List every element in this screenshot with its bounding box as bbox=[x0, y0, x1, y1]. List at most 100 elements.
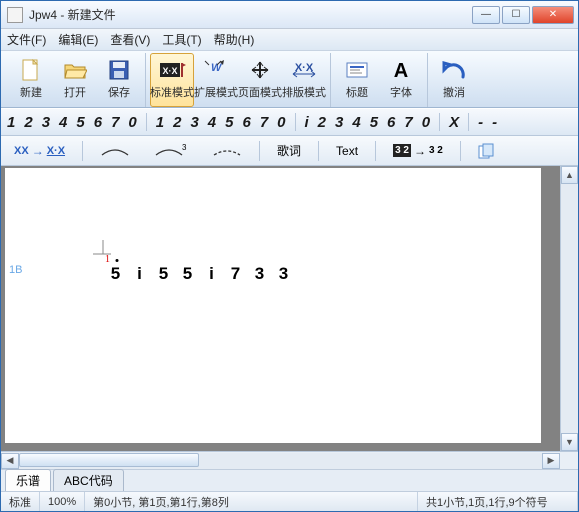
x-btn[interactable]: X bbox=[449, 114, 459, 131]
new-button[interactable]: 新建 bbox=[9, 53, 53, 107]
status-zoom: 100% bbox=[40, 492, 85, 511]
num-btn[interactable]: 2 bbox=[318, 114, 326, 131]
title-icon bbox=[343, 58, 371, 82]
svg-text:3: 3 bbox=[182, 144, 187, 152]
num-btn[interactable]: 7 bbox=[260, 114, 268, 131]
window-title: Jpw4 - 新建文件 bbox=[29, 6, 472, 23]
note[interactable]: 3 bbox=[249, 264, 273, 284]
note[interactable]: 5 bbox=[153, 264, 177, 284]
aux-toolbar: XX → X·X 3 歌词 Text 3 2 → 3 2 bbox=[1, 136, 578, 166]
num-btn[interactable]: i bbox=[305, 114, 309, 131]
open-icon bbox=[61, 58, 89, 82]
save-icon bbox=[105, 58, 133, 82]
num-btn[interactable]: 3 bbox=[42, 114, 50, 131]
num-btn[interactable]: 2 bbox=[24, 114, 32, 131]
font-button[interactable]: A 字体 bbox=[379, 53, 423, 107]
note[interactable]: 5 bbox=[177, 264, 201, 284]
xx-convert-button[interactable]: XX → X·X bbox=[7, 140, 72, 162]
fraction-convert-button[interactable]: 3 2 → 3 2 bbox=[386, 140, 450, 162]
scroll-right-button[interactable]: ▶ bbox=[542, 453, 560, 469]
menu-file[interactable]: 文件(F) bbox=[7, 31, 46, 48]
font-icon: A bbox=[387, 58, 415, 82]
menu-view[interactable]: 查看(V) bbox=[110, 31, 150, 48]
num-btn[interactable]: 7 bbox=[111, 114, 119, 131]
menu-edit[interactable]: 编辑(E) bbox=[58, 31, 98, 48]
extend-mode-button[interactable]: W 扩展模式 bbox=[194, 53, 238, 107]
minimize-button[interactable]: — bbox=[472, 6, 500, 24]
slur3-button[interactable]: 3 bbox=[147, 140, 195, 162]
num-btn[interactable]: 3 bbox=[335, 114, 343, 131]
note[interactable]: 5 bbox=[105, 264, 129, 284]
note[interactable]: 3 bbox=[273, 264, 297, 284]
num-btn[interactable]: 7 bbox=[404, 114, 412, 131]
status-position: 第0小节, 第1页,第1行,第8列 bbox=[85, 492, 418, 511]
standard-mode-icon: X·X bbox=[158, 58, 186, 82]
copy-button[interactable] bbox=[471, 140, 503, 162]
note[interactable]: i bbox=[129, 264, 153, 284]
tab-score[interactable]: 乐谱 bbox=[5, 469, 51, 491]
save-button[interactable]: 保存 bbox=[97, 53, 141, 107]
num-btn[interactable]: 4 bbox=[208, 114, 216, 131]
text-button[interactable]: Text bbox=[329, 140, 365, 162]
svg-text:X·X: X·X bbox=[295, 62, 314, 74]
num-btn[interactable]: 1 bbox=[156, 114, 164, 131]
lyrics-button[interactable]: 歌词 bbox=[270, 140, 308, 162]
app-icon bbox=[7, 7, 23, 23]
canvas-area: 1 1B 5i55i733 ▲ ▼ bbox=[1, 166, 578, 451]
scroll-down-button[interactable]: ▼ bbox=[561, 433, 578, 451]
num-btn[interactable]: 2 bbox=[173, 114, 181, 131]
document-tabs: 乐谱 ABC代码 bbox=[1, 469, 578, 491]
menu-help[interactable]: 帮助(H) bbox=[214, 31, 255, 48]
dash-btn[interactable]: - bbox=[492, 114, 497, 131]
dash-btn[interactable]: - bbox=[478, 114, 483, 131]
bar-label: 1B bbox=[9, 264, 22, 276]
scroll-thumb[interactable] bbox=[19, 453, 199, 467]
cursor-icon bbox=[93, 240, 113, 265]
new-icon bbox=[17, 58, 45, 82]
note[interactable]: i bbox=[201, 264, 225, 284]
num-btn[interactable]: 4 bbox=[59, 114, 67, 131]
status-mode: 标准 bbox=[1, 492, 40, 511]
num-btn[interactable]: 5 bbox=[225, 114, 233, 131]
num-btn[interactable]: 0 bbox=[128, 114, 136, 131]
svg-text:A: A bbox=[394, 60, 408, 81]
score-canvas[interactable]: 1 1B 5i55i733 bbox=[5, 168, 541, 443]
scroll-left-button[interactable]: ◀ bbox=[1, 453, 19, 469]
scroll-up-button[interactable]: ▲ bbox=[561, 166, 578, 184]
num-btn[interactable]: 4 bbox=[352, 114, 360, 131]
undo-button[interactable]: 撤消 bbox=[432, 53, 476, 107]
num-btn[interactable]: 1 bbox=[7, 114, 15, 131]
svg-text:W: W bbox=[211, 62, 223, 74]
close-button[interactable]: ✕ bbox=[532, 6, 574, 24]
num-btn[interactable]: 0 bbox=[422, 114, 430, 131]
num-btn[interactable]: 6 bbox=[242, 114, 250, 131]
statusbar: 标准 100% 第0小节, 第1页,第1行,第8列 共1小节,1页,1行,9个符… bbox=[1, 491, 578, 511]
note-number-row: 1 2 3 4 5 6 7 0 1 2 3 4 5 6 7 0 i 2 3 4 … bbox=[1, 108, 578, 136]
horizontal-scrollbar[interactable]: ◀ ▶ bbox=[1, 451, 578, 469]
extend-mode-icon: W bbox=[202, 58, 230, 82]
num-btn[interactable]: 3 bbox=[190, 114, 198, 131]
num-btn[interactable]: 5 bbox=[76, 114, 84, 131]
score-notes: 5i55i733 bbox=[105, 264, 297, 284]
num-btn[interactable]: 6 bbox=[387, 114, 395, 131]
num-btn[interactable]: 6 bbox=[94, 114, 102, 131]
layout-mode-button[interactable]: X·X 排版模式 bbox=[282, 53, 326, 107]
note[interactable]: 7 bbox=[225, 264, 249, 284]
standard-mode-button[interactable]: X·X 标准模式 bbox=[150, 53, 194, 107]
num-btn[interactable]: 0 bbox=[277, 114, 285, 131]
svg-text:X·X: X·X bbox=[162, 66, 177, 76]
menu-tools[interactable]: 工具(T) bbox=[162, 31, 201, 48]
main-toolbar: 新建 打开 保存 X·X 标准模式 W 扩展模式 页面模式 bbox=[1, 51, 578, 108]
tab-abc[interactable]: ABC代码 bbox=[53, 469, 124, 491]
undo-icon bbox=[440, 58, 468, 82]
page-mode-icon bbox=[246, 58, 274, 82]
vertical-scrollbar[interactable]: ▲ ▼ bbox=[560, 166, 578, 451]
num-btn[interactable]: 5 bbox=[370, 114, 378, 131]
maximize-button[interactable]: ☐ bbox=[502, 6, 530, 24]
open-button[interactable]: 打开 bbox=[53, 53, 97, 107]
slur-button[interactable] bbox=[93, 140, 137, 162]
tie-button[interactable] bbox=[205, 140, 249, 162]
layout-mode-icon: X·X bbox=[290, 58, 318, 82]
page-mode-button[interactable]: 页面模式 bbox=[238, 53, 282, 107]
title-button[interactable]: 标题 bbox=[335, 53, 379, 107]
